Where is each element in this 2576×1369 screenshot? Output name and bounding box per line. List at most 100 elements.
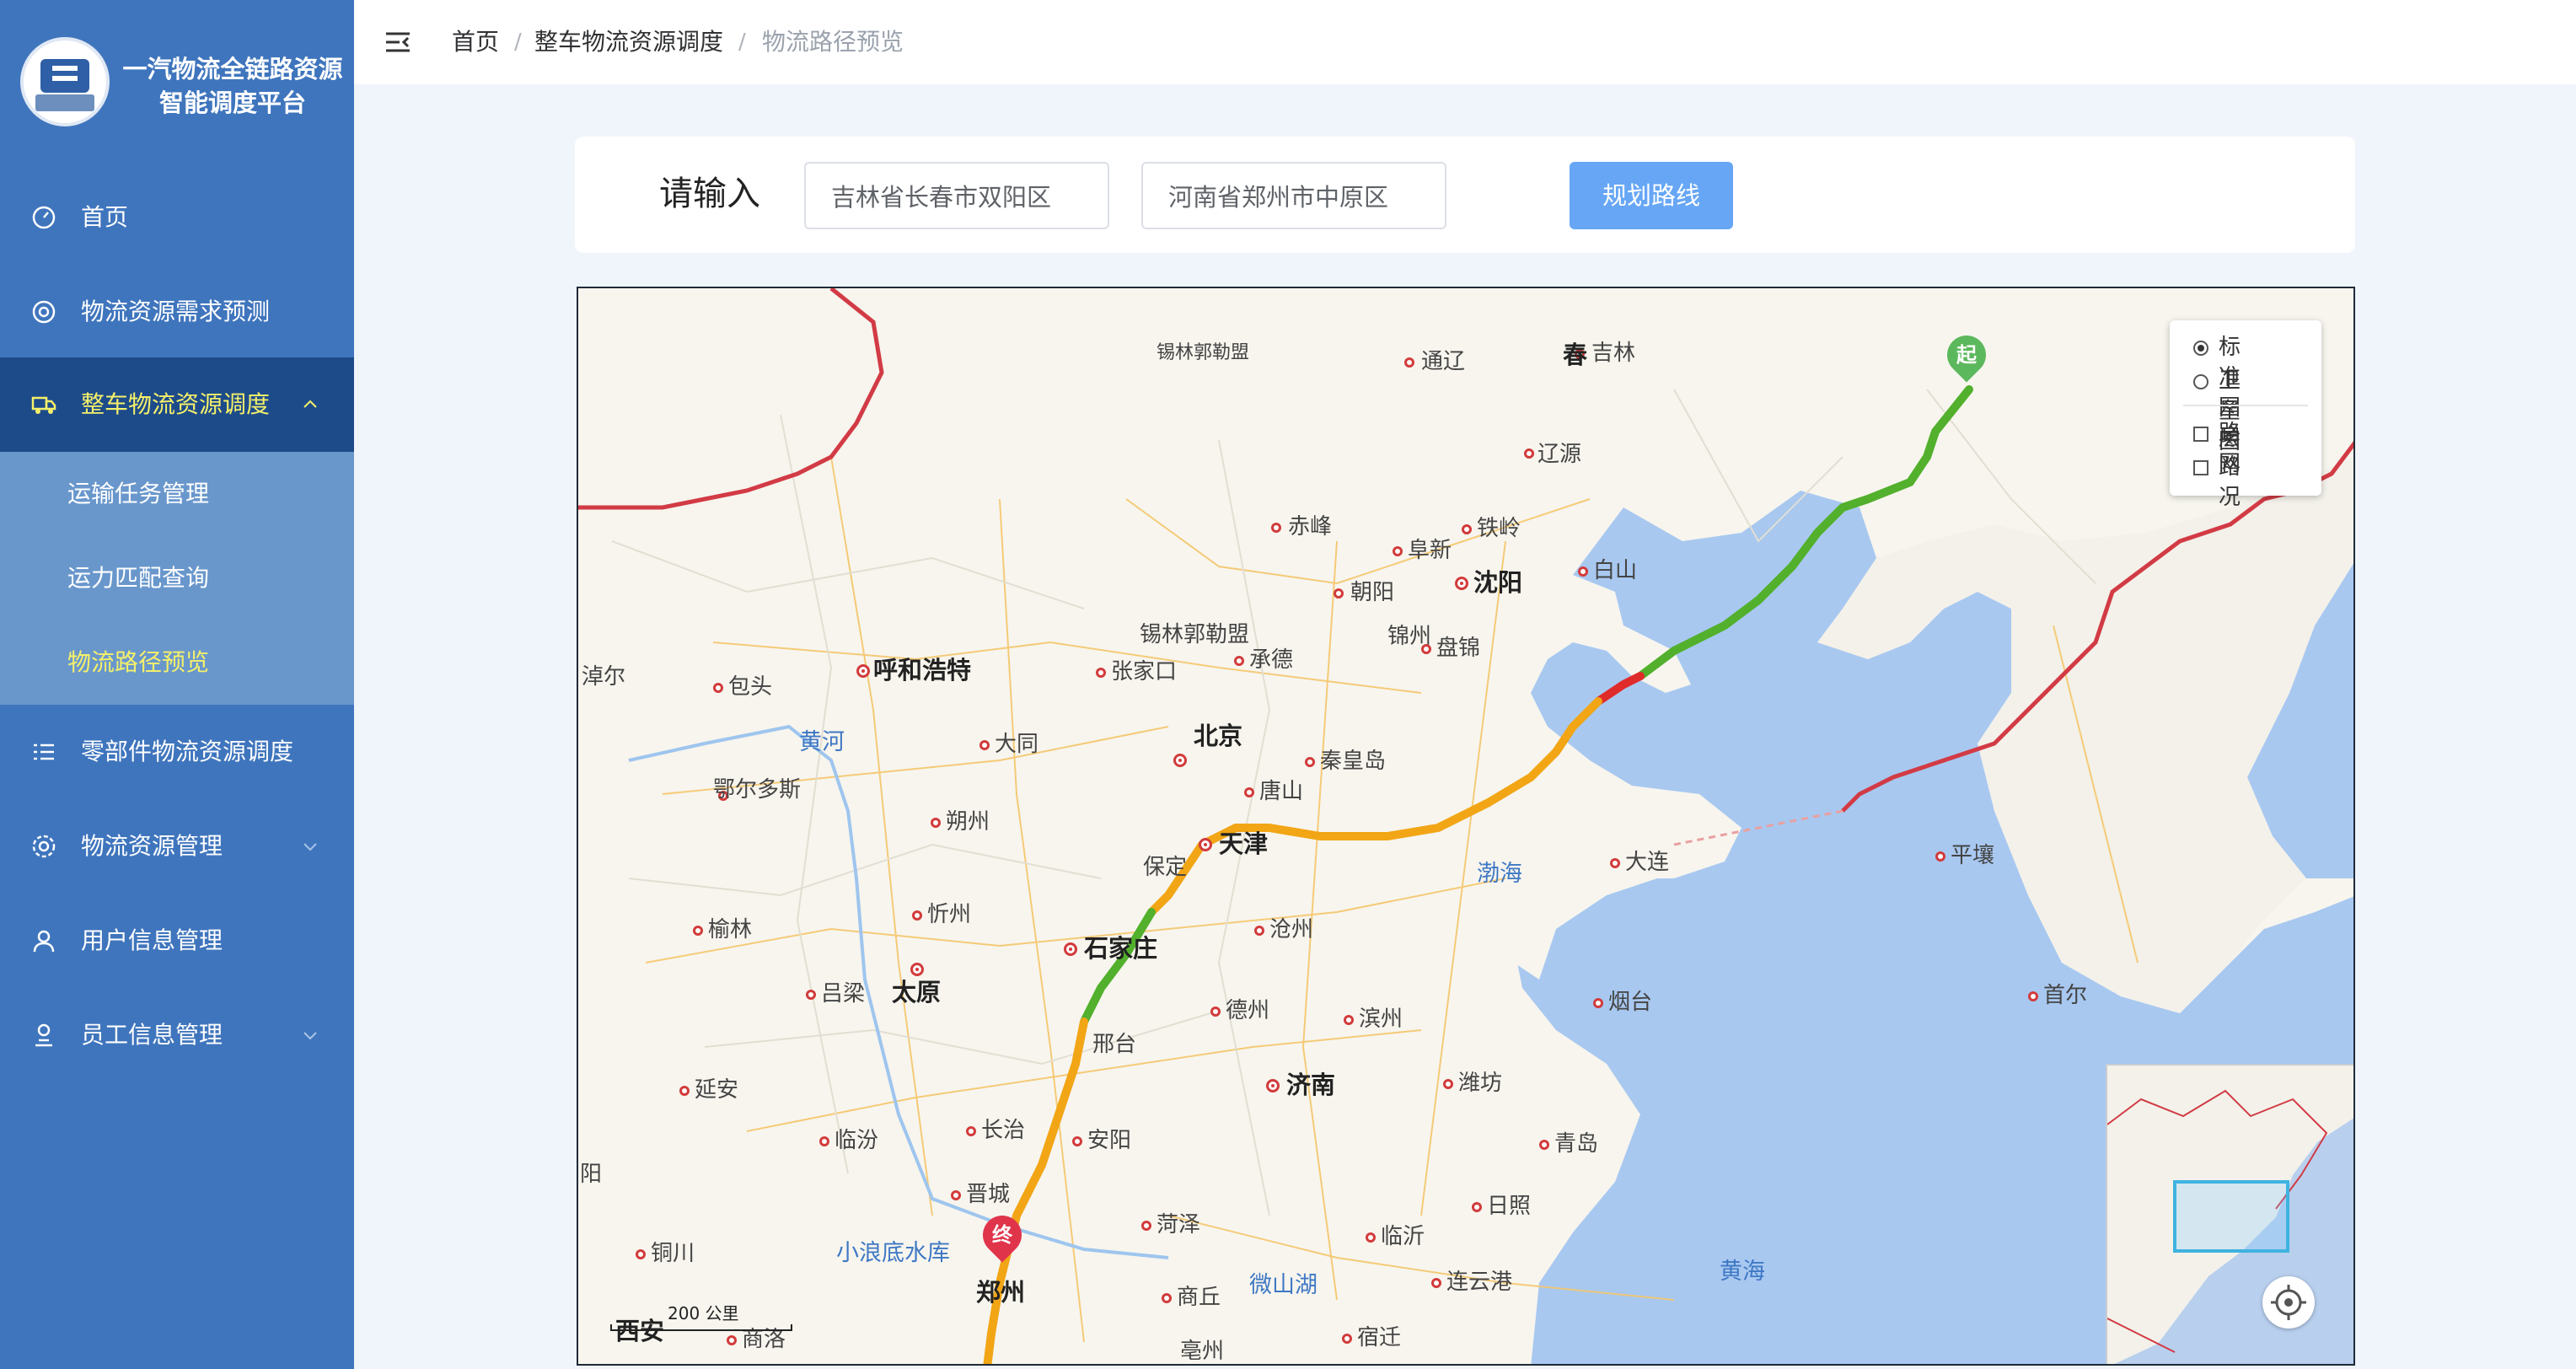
locate-button[interactable] bbox=[2262, 1276, 2315, 1329]
origin-input[interactable] bbox=[804, 162, 1109, 229]
place-label: 临汾 bbox=[835, 1128, 879, 1153]
menu-collapse-icon[interactable] bbox=[383, 27, 413, 57]
place-label: 唐山 bbox=[1259, 779, 1304, 804]
sidebar-item-capacity-match[interactable]: 运力匹配查询 bbox=[0, 536, 354, 620]
place-label: 吉林 bbox=[1591, 341, 1636, 366]
truck-icon bbox=[31, 396, 56, 414]
app-title-line2: 智能调度平台 bbox=[158, 89, 306, 117]
city-marker bbox=[693, 926, 703, 936]
breadcrumb-home[interactable]: 首页 bbox=[452, 24, 499, 61]
overview-minimap[interactable] bbox=[2106, 1064, 2353, 1364]
employee-icon bbox=[35, 1023, 52, 1047]
route-start-marker[interactable]: 起 bbox=[1939, 327, 1994, 383]
place-label: 铜川 bbox=[651, 1241, 695, 1266]
sidebar-item-label: 物流路径预览 bbox=[67, 648, 210, 676]
sidebar-item-parts-dispatch[interactable]: 零部件物流资源调度 bbox=[0, 705, 354, 799]
app-title: 一汽物流全链路资源 智能调度平台 bbox=[115, 52, 351, 120]
place-label: 邢台 bbox=[1092, 1032, 1137, 1057]
place-label: 郑州 bbox=[976, 1278, 1026, 1307]
city-marker bbox=[1472, 1202, 1482, 1212]
city-marker bbox=[1366, 1232, 1376, 1243]
place-label: 沧州 bbox=[1269, 917, 1314, 942]
place-label: 吕梁 bbox=[821, 981, 866, 1007]
city-marker bbox=[636, 1249, 646, 1259]
city-marker bbox=[951, 1190, 961, 1200]
place-label: 沈阳 bbox=[1473, 568, 1523, 597]
submenu: 运输任务管理 运力匹配查询 物流路径预览 bbox=[0, 452, 354, 705]
city-marker bbox=[1199, 838, 1212, 851]
route-input-label: 请输入 bbox=[659, 174, 760, 213]
place-label: 锡林郭勒盟 bbox=[1140, 622, 1250, 647]
city-marker bbox=[1539, 1140, 1549, 1150]
place-label: 阜新 bbox=[1408, 538, 1452, 563]
place-label: 朔州 bbox=[946, 809, 990, 835]
route-form-card: 请输入 规划路线 bbox=[575, 137, 2355, 253]
route-start-marker-label: 起 bbox=[1956, 343, 1977, 367]
city-marker bbox=[1935, 851, 1945, 862]
sidebar-item-demand-forecast[interactable]: 物流资源需求预测 bbox=[0, 265, 354, 359]
place-label: 阳 bbox=[580, 1162, 603, 1187]
place-label: 滨州 bbox=[1359, 1007, 1403, 1032]
city-marker bbox=[966, 1126, 976, 1136]
place-label: 济南 bbox=[1286, 1071, 1336, 1099]
city-marker bbox=[1254, 926, 1264, 936]
place-label: 朝阳 bbox=[1350, 580, 1395, 605]
plan-route-button[interactable]: 规划路线 bbox=[1570, 162, 1733, 229]
city-marker bbox=[1393, 546, 1403, 556]
top-header: 首页 / 整车物流资源调度 / 物流路径预览 bbox=[354, 0, 2576, 84]
place-label: 平壤 bbox=[1951, 843, 1995, 868]
sidebar-item-label: 运力匹配查询 bbox=[67, 564, 210, 592]
route-end-marker-label: 终 bbox=[992, 1223, 1012, 1247]
destination-input[interactable] bbox=[1141, 162, 1446, 229]
place-label: 榆林 bbox=[708, 917, 753, 942]
sidebar-item-label: 首页 bbox=[81, 203, 129, 231]
place-label: 太原 bbox=[892, 978, 942, 1007]
route-end-marker[interactable]: 终 bbox=[974, 1207, 1030, 1263]
route-map[interactable]: 锡林郭勒盟 通辽 锡林郭勒盟 吉林 春 辽源 铁岭 阜新 赤峰 白山 朝阳 沈阳… bbox=[577, 287, 2355, 1366]
sidebar-item-employee-management[interactable]: 员工信息管理 bbox=[0, 988, 354, 1082]
lifebuoy-icon bbox=[32, 300, 56, 324]
city-marker bbox=[856, 664, 870, 678]
city-marker bbox=[931, 818, 941, 828]
place-label: 安阳 bbox=[1087, 1128, 1132, 1153]
place-label: 大同 bbox=[995, 732, 1039, 757]
place-label: 锡林郭勒盟 bbox=[1157, 342, 1250, 363]
sidebar-item-resource-management[interactable]: 物流资源管理 bbox=[0, 799, 354, 894]
place-label: 呼和浩特 bbox=[873, 656, 972, 684]
sidebar-item-route-preview[interactable]: 物流路径预览 bbox=[0, 620, 354, 705]
place-label: 日照 bbox=[1487, 1194, 1532, 1219]
radio-icon bbox=[2193, 374, 2208, 389]
sidebar-item-user-management[interactable]: 用户信息管理 bbox=[0, 894, 354, 988]
place-label: 菏泽 bbox=[1157, 1212, 1201, 1237]
place-label: 商丘 bbox=[1177, 1285, 1221, 1310]
sidebar-item-home[interactable]: 首页 bbox=[0, 170, 354, 265]
place-label: 黄海 bbox=[1720, 1259, 1765, 1285]
city-marker bbox=[727, 1335, 737, 1345]
city-marker bbox=[819, 1136, 829, 1146]
place-label: 德州 bbox=[1226, 998, 1270, 1023]
sidebar-item-transport-tasks[interactable]: 运输任务管理 bbox=[0, 452, 354, 536]
place-label: 青岛 bbox=[1554, 1131, 1599, 1157]
city-marker bbox=[1162, 1293, 1172, 1303]
place-label: 石家庄 bbox=[1084, 934, 1158, 963]
map-layer-panel: 标准图层 卫星图 路网 路况 bbox=[2170, 320, 2321, 510]
place-label: 辽源 bbox=[1538, 442, 1582, 467]
place-label: 亳州 bbox=[1180, 1339, 1225, 1364]
city-marker bbox=[1072, 1136, 1082, 1146]
sidebar-item-vehicle-dispatch[interactable]: 整车物流资源调度 bbox=[0, 357, 354, 452]
place-label: 秦皇岛 bbox=[1320, 749, 1387, 774]
user-icon bbox=[33, 930, 55, 953]
breadcrumb-separator: / bbox=[738, 30, 746, 55]
sidebar-item-label: 物流资源需求预测 bbox=[81, 298, 271, 325]
city-marker bbox=[1173, 754, 1187, 767]
place-label: 忻州 bbox=[927, 902, 972, 927]
place-label: 鄂尔多斯 bbox=[713, 777, 802, 803]
app-title-line1: 一汽物流全链路资源 bbox=[122, 55, 343, 83]
city-marker bbox=[1210, 1007, 1221, 1017]
place-label: 长治 bbox=[981, 1118, 1026, 1143]
place-label: 铁岭 bbox=[1477, 516, 1521, 541]
place-label: 大连 bbox=[1625, 850, 1670, 875]
breadcrumb-vehicle-dispatch[interactable]: 整车物流资源调度 bbox=[534, 24, 723, 61]
place-label: 白山 bbox=[1593, 558, 1638, 583]
list-icon bbox=[34, 744, 54, 760]
